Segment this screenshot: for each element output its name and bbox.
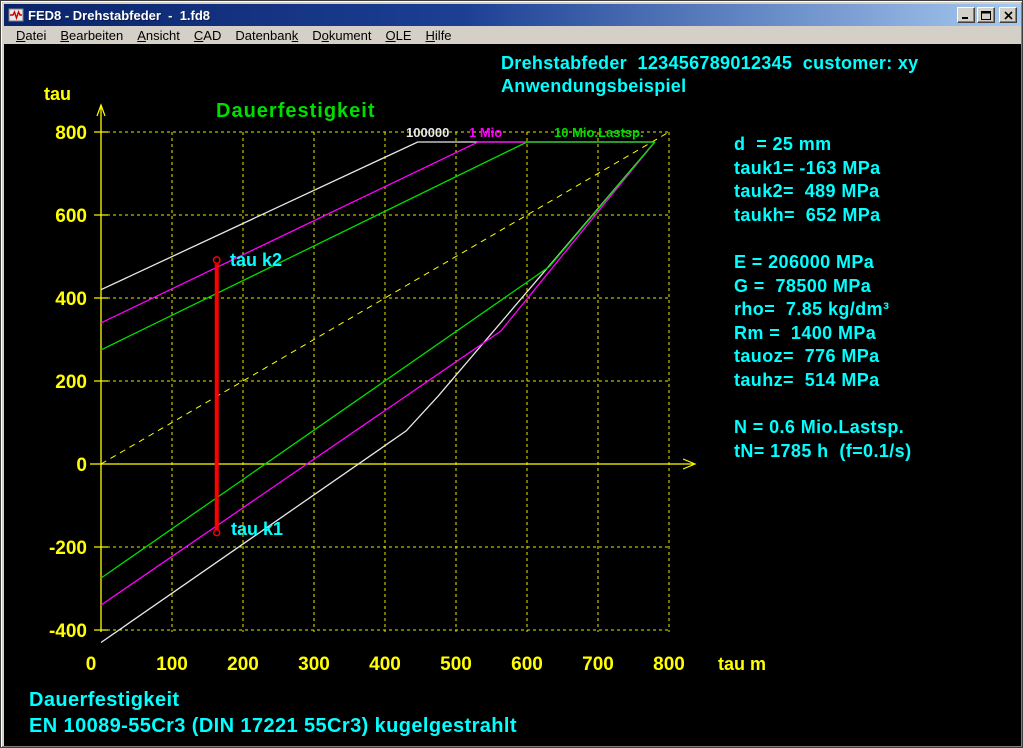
svg-text:0: 0 [86,654,97,675]
result-line: Rm = 1400 MPa [734,322,889,346]
result-line: N = 0.6 Mio.Lastsp. [734,416,911,440]
spring-header-line2: Anwendungsbeispiel [501,76,686,97]
chart-title: Dauerfestigkeit [216,100,376,122]
svg-text:-200: -200 [49,538,87,559]
svg-text:300: 300 [298,654,330,675]
app-icon[interactable] [8,7,24,23]
menu-item-dokument[interactable]: Dokument [305,27,378,44]
svg-text:100: 100 [156,654,188,675]
svg-text:600: 600 [55,206,87,227]
svg-text:0: 0 [76,455,87,476]
result-line: d = 25 mm [734,133,881,157]
tau-k1-label: tau k1 [231,519,283,539]
results-block-cycles: N = 0.6 Mio.Lastsp.tN= 1785 h (f=0.1/s) [734,416,911,463]
footer-diagram-name: Dauerfestigkeit [29,689,180,712]
app-window: FED8 - Drehstabfeder - 1.fd8 DateiBearbe… [0,0,1023,748]
result-line: tN= 1785 h (f=0.1/s) [734,440,911,464]
result-line: tauoz= 776 MPa [734,345,889,369]
window-controls [957,7,1017,23]
title-bar[interactable]: FED8 - Drehstabfeder - 1.fd8 [4,4,1021,26]
x-tick-labels: 0 100 200 300 400 500 600 700 800 [86,654,685,675]
svg-text:500: 500 [440,654,472,675]
result-line: rho= 7.85 kg/dm³ [734,298,889,322]
result-line: taukh= 652 MPa [734,204,881,228]
menu-item-hilfe[interactable]: Hilfe [419,27,459,44]
result-line: tauk2= 489 MPa [734,180,881,204]
spring-header-line1: Drehstabfeder 123456789012345 customer: … [501,53,918,74]
minimize-button[interactable] [957,7,975,23]
footer-material-spec: EN 10089-55Cr3 (DIN 17221 55Cr3) kugelge… [29,715,517,738]
series-1-mio [101,142,655,605]
result-line: E = 206000 MPa [734,251,889,275]
window-title: FED8 - Drehstabfeder - 1.fd8 [28,8,957,23]
operating-stress-line: tau k2 tau k1 [214,250,284,539]
series-10-mio-lastsp- [101,142,655,578]
svg-text:400: 400 [55,289,87,310]
result-line: G = 78500 MPa [734,275,889,299]
tau-k2-label: tau k2 [230,250,282,270]
results-block-material: E = 206000 MPaG = 78500 MParho= 7.85 kg/… [734,251,889,392]
axes [90,105,695,632]
cycle-labels: 100000 1 Mio 10 Mio.Lastsp. [406,125,644,140]
grid [101,132,669,632]
x-axis-label: tau m [718,654,766,674]
svg-text:200: 200 [55,372,87,393]
chart-client-area: 800 600 400 200 0 -200 -400 0 100 200 300 400 500 600… [4,44,1021,746]
result-line: tauk1= -163 MPa [734,157,881,181]
minimize-icon [961,11,971,20]
tau-k2-marker [214,257,220,263]
result-line: tauhz= 514 MPa [734,369,889,393]
menu-item-datei[interactable]: Datei [9,27,53,44]
fed8-spring-icon [8,7,24,23]
svg-text:800: 800 [55,123,87,144]
svg-text:700: 700 [582,654,614,675]
svg-text:600: 600 [511,654,543,675]
menu-item-ansicht[interactable]: Ansicht [130,27,187,44]
menu-item-bearbeiten[interactable]: Bearbeiten [53,27,130,44]
svg-text:1 Mio: 1 Mio [469,125,502,140]
close-icon [1004,11,1013,20]
svg-text:800: 800 [653,654,685,675]
menu-bar: DateiBearbeitenAnsichtCADDatenbankDokume… [4,26,1021,44]
series-100000 [101,142,655,643]
svg-text:10 Mio.Lastsp.: 10 Mio.Lastsp. [554,125,644,140]
results-block-stresses: d = 25 mmtauk1= -163 MPatauk2= 489 MPata… [734,133,881,227]
y-tick-labels: 800 600 400 200 0 -200 -400 [49,123,87,642]
tau-k1-marker [214,530,220,536]
svg-text:400: 400 [369,654,401,675]
svg-text:-400: -400 [49,621,87,642]
menu-item-datenbank[interactable]: Datenbank [228,27,305,44]
svg-text:100000: 100000 [406,125,449,140]
y-axis-label: tau [44,84,71,104]
close-button[interactable] [999,7,1017,23]
maximize-button[interactable] [977,7,995,23]
menu-item-cad[interactable]: CAD [187,27,228,44]
menu-item-ole[interactable]: OLE [379,27,419,44]
maximize-icon [981,11,991,20]
svg-text:200: 200 [227,654,259,675]
